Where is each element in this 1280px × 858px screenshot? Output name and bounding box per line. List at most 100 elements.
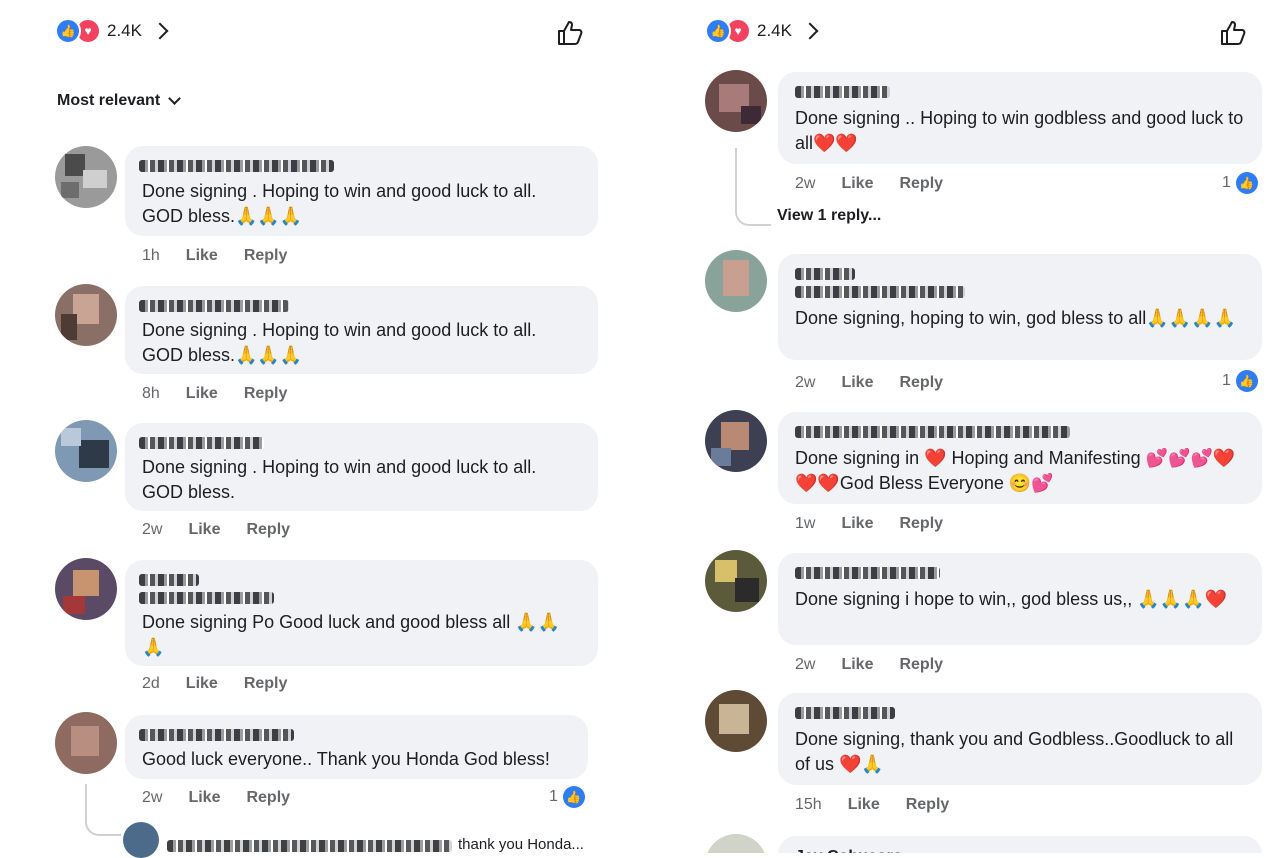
author-name-redacted	[795, 86, 890, 98]
chevron-down-icon	[168, 92, 182, 105]
reply-button[interactable]: Reply	[899, 515, 943, 533]
avatar[interactable]	[55, 284, 117, 346]
like-button[interactable]: Like	[188, 789, 220, 807]
comment-like-count[interactable]: 1 👍	[1222, 370, 1258, 392]
avatar[interactable]	[705, 690, 767, 752]
like-button[interactable]: Like	[841, 515, 873, 533]
author-name-redacted	[139, 592, 274, 604]
author-name[interactable]: Joy Cobucoro	[795, 844, 903, 853]
comment-text: Good luck everyone.. Thank you Honda God…	[142, 749, 550, 769]
comment-text: Done signing, hoping to win, god bless t…	[795, 308, 1236, 328]
reactions-count: 2.4K	[757, 21, 792, 40]
like-button[interactable]: Like	[848, 796, 880, 814]
comment-bubble: Good luck everyone.. Thank you Honda God…	[125, 715, 588, 779]
comment-item: Done signing, hoping to win, god bless t…	[705, 250, 1265, 400]
like-button[interactable]: Like	[186, 675, 218, 693]
thumbs-up-icon: 👍	[705, 18, 731, 44]
comment-item: Done signing . Hoping to win and good lu…	[55, 420, 600, 550]
like-button[interactable]: Like	[841, 175, 873, 193]
comment-time: 2d	[142, 675, 160, 692]
comment-actions: 2w Like Reply	[142, 521, 316, 539]
reactions-summary[interactable]: 👍 ♥ 2.4K	[55, 18, 169, 44]
reactions-summary[interactable]: 👍 ♥ 2.4K	[705, 18, 819, 44]
thread-line	[85, 784, 121, 836]
avatar[interactable]	[705, 70, 767, 132]
comment-bubble: Done signing Po Good luck and good bless…	[125, 560, 598, 666]
author-name-redacted	[795, 268, 855, 280]
comment-item: Done signing in ❤️ Hoping and Manifestin…	[705, 410, 1265, 540]
reply-button[interactable]: Reply	[899, 175, 943, 193]
comment-item: Good luck everyone.. Thank you Honda God…	[55, 712, 600, 858]
reply-preview-text[interactable]: thank you Honda...	[458, 836, 584, 853]
reply-button[interactable]: Reply	[899, 656, 943, 674]
author-name-redacted	[139, 300, 289, 312]
reply-button[interactable]: Reply	[244, 675, 288, 693]
comment-like-count[interactable]: 1 👍	[549, 786, 585, 808]
like-button[interactable]: Like	[188, 521, 220, 539]
avatar[interactable]	[705, 410, 767, 472]
sort-dropdown[interactable]: Most relevant	[57, 92, 182, 110]
avatar[interactable]	[705, 250, 767, 312]
reply-button[interactable]: Reply	[244, 385, 288, 403]
thumbs-up-icon: 👍	[1235, 370, 1258, 392]
avatar[interactable]	[705, 550, 767, 612]
comment-text: Done signing i hope to win,, god bless u…	[795, 589, 1227, 609]
avatar[interactable]	[55, 558, 117, 620]
like-button[interactable]: Like	[186, 247, 218, 265]
like-post-button[interactable]	[1218, 18, 1248, 48]
author-name-redacted	[795, 286, 965, 298]
comment-time: 2w	[142, 521, 163, 538]
comment-like-count[interactable]: 1 👍	[1222, 172, 1258, 194]
comment-text: Done signing, thank you and Godbless..Go…	[795, 729, 1234, 774]
like-button[interactable]: Like	[841, 656, 873, 674]
comment-actions: 1w Like Reply	[795, 515, 969, 533]
view-replies-link[interactable]: View 1 reply...	[777, 207, 881, 225]
thumbs-up-icon: 👍	[562, 786, 585, 808]
comment-actions: 2w Like Reply	[795, 374, 969, 392]
comment-time: 2w	[795, 175, 816, 192]
comment-actions: 2w Like Reply	[795, 656, 969, 674]
comment-bubble: Done signing .. Hoping to win godbless a…	[778, 72, 1262, 164]
avatar[interactable]	[55, 420, 117, 482]
comment-text: Done signing .. Hoping to win godbless a…	[795, 108, 1244, 153]
like-button[interactable]: Like	[841, 374, 873, 392]
comment-item: Done signing i hope to win,, god bless u…	[705, 550, 1265, 680]
avatar[interactable]	[705, 834, 767, 853]
reply-button[interactable]: Reply	[246, 789, 290, 807]
comment-text: Done signing Po Good luck and good bless…	[142, 612, 561, 657]
comment-bubble: Joy Cobucoro	[778, 836, 1262, 853]
like-button[interactable]: Like	[186, 385, 218, 403]
thumbs-up-icon: 👍	[1235, 172, 1258, 194]
reply-button[interactable]: Reply	[906, 796, 950, 814]
comment-actions: 2w Like Reply	[142, 789, 316, 807]
like-count-number: 1	[549, 788, 558, 805]
author-name-redacted	[139, 729, 294, 741]
reply-button[interactable]: Reply	[246, 521, 290, 539]
comment-bubble: Done signing i hope to win,, god bless u…	[778, 553, 1262, 645]
comment-time: 15h	[795, 796, 822, 813]
left-comments-panel: 👍 ♥ 2.4K Most relevant Done signing . Ho…	[0, 0, 640, 858]
comment-bubble: Done signing . Hoping to win and good lu…	[125, 146, 598, 236]
comment-bubble: Done signing, thank you and Godbless..Go…	[778, 693, 1262, 785]
thread-line	[735, 148, 771, 226]
author-name-redacted	[795, 567, 940, 579]
comment-time: 2w	[795, 656, 816, 673]
comment-bubble: Done signing, hoping to win, god bless t…	[778, 254, 1262, 360]
reactions-count: 2.4K	[107, 21, 142, 40]
author-name-redacted	[139, 574, 199, 586]
like-count-number: 1	[1222, 174, 1231, 191]
author-name-redacted	[139, 437, 264, 449]
reply-button[interactable]: Reply	[899, 374, 943, 392]
avatar[interactable]	[55, 146, 117, 208]
comment-item: Done signing . Hoping to win and good lu…	[55, 284, 600, 414]
chevron-right-icon	[151, 22, 169, 40]
comment-actions: 15h Like Reply	[795, 796, 975, 814]
avatar[interactable]	[55, 712, 117, 774]
right-comments-panel: 👍 ♥ 2.4K Done signing .. Hoping to win g…	[650, 0, 1280, 853]
author-name-redacted	[795, 707, 895, 719]
like-post-button[interactable]	[555, 18, 585, 48]
comment-text: Done signing in ❤️ Hoping and Manifestin…	[795, 448, 1236, 493]
reply-button[interactable]: Reply	[244, 247, 288, 265]
comment-item: Done signing .. Hoping to win godbless a…	[705, 70, 1265, 230]
comment-time: 1w	[795, 515, 816, 532]
